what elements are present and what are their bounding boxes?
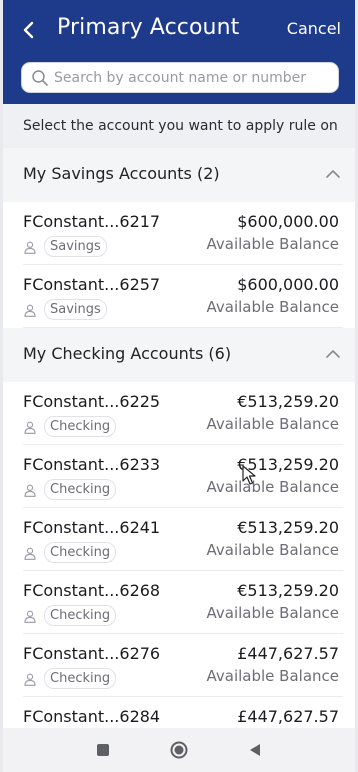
account-row[interactable]: FConstant...6217 Savings $600,000.00 Availa…	[3, 202, 355, 265]
account-row[interactable]: FConstant...6233 Checking €513,259.20 Avail…	[3, 445, 355, 508]
section-header[interactable]: My Savings Accounts (2)	[3, 148, 355, 202]
account-row[interactable]: FConstant...6268 Checking €513,259.20 Avail…	[3, 571, 355, 634]
account-type-badge: Checking	[44, 605, 117, 626]
instruction-banner: Select the account you want to apply rul…	[3, 104, 355, 148]
chevron-up-icon[interactable]	[325, 348, 341, 360]
account-name: FConstant...6241	[23, 518, 161, 537]
triangle-back-icon[interactable]	[245, 740, 265, 760]
section-title: My Checking Accounts (6)	[23, 344, 232, 363]
account-row[interactable]: FConstant...6257 Savings $600,000.00 Availa…	[3, 265, 355, 328]
account-type-badge: Checking	[44, 542, 117, 563]
account-balance-amount: £447,627.57	[237, 644, 339, 663]
account-type-badge: Savings	[44, 236, 107, 257]
available-balance-label: Available Balance	[206, 415, 340, 433]
account-balance-amount: €513,259.20	[237, 518, 339, 537]
account-name: FConstant...6225	[23, 392, 161, 411]
account-name: FConstant...6284	[23, 707, 161, 726]
system-nav-bar	[3, 728, 355, 772]
chevron-up-icon[interactable]	[325, 168, 341, 180]
header-bar: Primary Account Cancel	[3, 0, 355, 104]
search-box[interactable]	[21, 62, 339, 93]
search-input[interactable]	[54, 63, 334, 92]
circle-home-icon[interactable]	[169, 740, 189, 760]
user-icon	[24, 304, 36, 317]
account-balance-amount: €513,259.20	[237, 581, 339, 600]
page-title: Primary Account	[57, 15, 240, 40]
available-balance-label: Available Balance	[206, 298, 340, 316]
account-name: FConstant...6268	[23, 581, 161, 600]
account-balance-amount: $600,000.00	[237, 212, 339, 231]
available-balance-label: Available Balance	[206, 604, 340, 622]
account-balance-amount: £447,627.57	[237, 707, 339, 726]
search-icon	[32, 70, 48, 86]
section-header[interactable]: My Checking Accounts (6)	[3, 328, 355, 382]
square-recents-icon[interactable]	[93, 740, 113, 760]
account-type-badge: Savings	[44, 299, 107, 320]
account-name: FConstant...6233	[23, 455, 161, 474]
account-balance-amount: $600,000.00	[237, 275, 339, 294]
account-balance-amount: €513,259.20	[237, 392, 339, 411]
instruction-text: Select the account you want to apply rul…	[23, 118, 338, 134]
available-balance-label: Available Balance	[206, 478, 340, 496]
account-name: FConstant...6257	[23, 275, 161, 294]
account-name: FConstant...6276	[23, 644, 161, 663]
user-icon	[24, 484, 36, 497]
available-balance-label: Available Balance	[206, 235, 340, 253]
user-icon	[24, 421, 36, 434]
mouse-cursor-icon	[242, 465, 256, 485]
account-row[interactable]: FConstant...6276 Checking £447,627.57 Avail…	[3, 634, 355, 697]
account-name: FConstant...6217	[23, 212, 161, 231]
user-icon	[24, 241, 36, 254]
account-type-badge: Checking	[44, 668, 117, 689]
account-type-badge: Checking	[44, 416, 117, 437]
app-screen: Primary Account Cancel Select the accoun…	[3, 0, 355, 772]
user-icon	[24, 673, 36, 686]
available-balance-label: Available Balance	[206, 667, 340, 685]
section-title: My Savings Accounts (2)	[23, 164, 220, 183]
available-balance-label: Available Balance	[206, 541, 340, 559]
user-icon	[24, 547, 36, 560]
chevron-left-icon[interactable]	[17, 16, 41, 44]
account-row[interactable]: FConstant...6241 Checking €513,259.20 Avail…	[3, 508, 355, 571]
user-icon	[24, 610, 36, 623]
cancel-button[interactable]: Cancel	[287, 19, 341, 38]
account-type-badge: Checking	[44, 479, 117, 500]
account-row[interactable]: FConstant...6225 Checking €513,259.20 Avail…	[3, 382, 355, 445]
